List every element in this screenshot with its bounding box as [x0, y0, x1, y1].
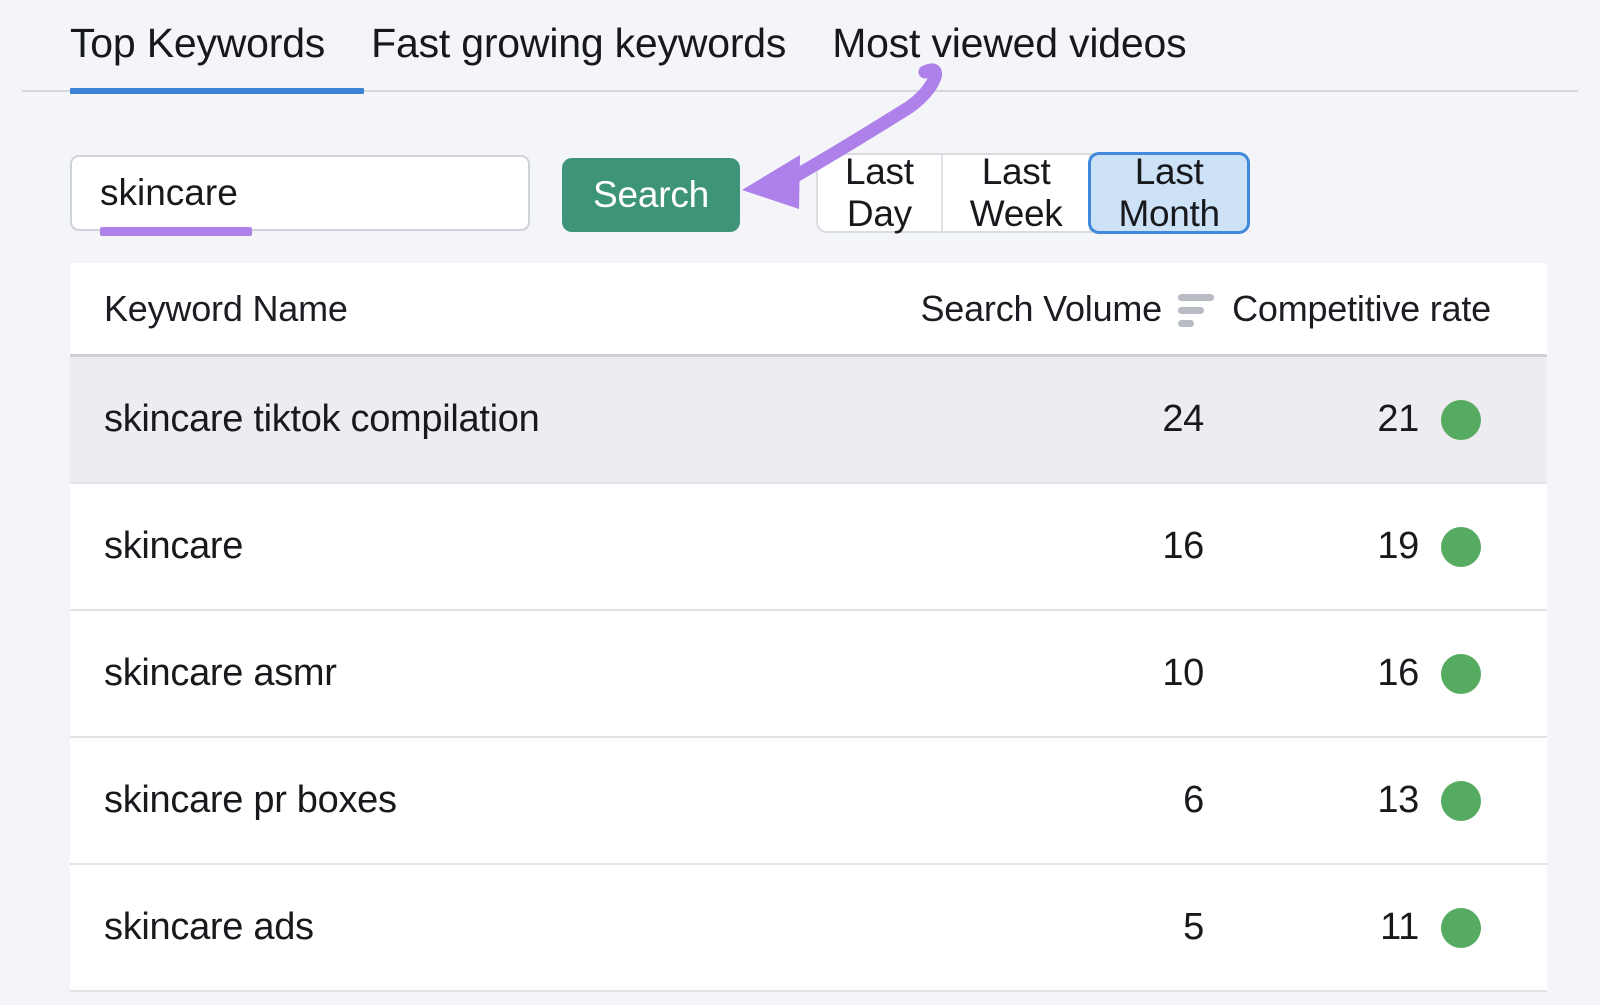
tab-list: Top Keywords Fast growing keywords Most …: [70, 12, 1186, 74]
column-header-search-volume[interactable]: Search Volume: [812, 288, 1214, 330]
tabs-bar: Top Keywords Fast growing keywords Most …: [0, 0, 1600, 94]
competitive-rate-status-dot-icon: [1441, 527, 1481, 567]
competitive-rate-status-dot-icon: [1441, 400, 1481, 440]
cell-competitive-rate-value: 21: [1377, 398, 1419, 441]
search-input-underline-annotation: [100, 227, 252, 236]
date-range-segmented-control: Last Day Last Week Last Month: [818, 155, 1247, 231]
cell-competitive-rate: 19: [1214, 525, 1547, 568]
active-tab-indicator: [70, 88, 364, 94]
cell-search-volume: 6: [812, 779, 1214, 822]
cell-search-volume: 24: [812, 398, 1214, 441]
cell-competitive-rate-value: 11: [1380, 906, 1419, 949]
cell-competitive-rate: 16: [1214, 652, 1547, 695]
cell-competitive-rate: 13: [1214, 779, 1547, 822]
cell-competitive-rate-value: 19: [1377, 525, 1419, 568]
search-button[interactable]: Search: [562, 158, 740, 232]
date-range-last-week[interactable]: Last Week: [943, 155, 1092, 231]
table-row[interactable]: skincare 16 19: [70, 484, 1547, 611]
table-row[interactable]: skincare ads 5 11: [70, 865, 1547, 992]
table-row[interactable]: skincare tiktok compilation 24 21: [70, 357, 1547, 484]
cell-keyword-name: skincare ads: [70, 906, 812, 949]
competitive-rate-status-dot-icon: [1441, 654, 1481, 694]
column-header-search-volume-label: Search Volume: [920, 288, 1162, 330]
date-range-last-month[interactable]: Last Month: [1091, 155, 1246, 231]
cell-search-volume: 5: [812, 906, 1214, 949]
annotation-arrowhead-icon: [742, 155, 800, 209]
column-header-keyword-name[interactable]: Keyword Name: [70, 288, 812, 330]
search-input[interactable]: [70, 155, 530, 231]
cell-keyword-name: skincare tiktok compilation: [70, 398, 812, 441]
cell-search-volume: 10: [812, 652, 1214, 695]
competitive-rate-status-dot-icon: [1441, 908, 1481, 948]
sort-descending-icon[interactable]: [1178, 294, 1214, 327]
table-row[interactable]: skincare pr boxes 6 13: [70, 738, 1547, 865]
date-range-last-day[interactable]: Last Day: [818, 155, 943, 231]
cell-keyword-name: skincare pr boxes: [70, 779, 812, 822]
cell-competitive-rate-value: 16: [1377, 652, 1419, 695]
tab-most-viewed-videos[interactable]: Most viewed videos: [832, 12, 1186, 74]
cell-competitive-rate: 21: [1214, 398, 1547, 441]
cell-search-volume: 16: [812, 525, 1214, 568]
cell-keyword-name: skincare: [70, 525, 812, 568]
competitive-rate-status-dot-icon: [1441, 781, 1481, 821]
cell-competitive-rate: 11: [1214, 906, 1547, 949]
tab-fast-growing-keywords[interactable]: Fast growing keywords: [371, 12, 786, 74]
table-header-row: Keyword Name Search Volume Competitive r…: [70, 263, 1547, 357]
tab-top-keywords[interactable]: Top Keywords: [70, 12, 325, 74]
cell-keyword-name: skincare asmr: [70, 652, 812, 695]
cell-competitive-rate-value: 13: [1377, 779, 1419, 822]
keywords-table: Keyword Name Search Volume Competitive r…: [70, 263, 1547, 1005]
table-row[interactable]: skincare asmr 10 16: [70, 611, 1547, 738]
column-header-competitive-rate[interactable]: Competitive rate: [1214, 288, 1547, 330]
